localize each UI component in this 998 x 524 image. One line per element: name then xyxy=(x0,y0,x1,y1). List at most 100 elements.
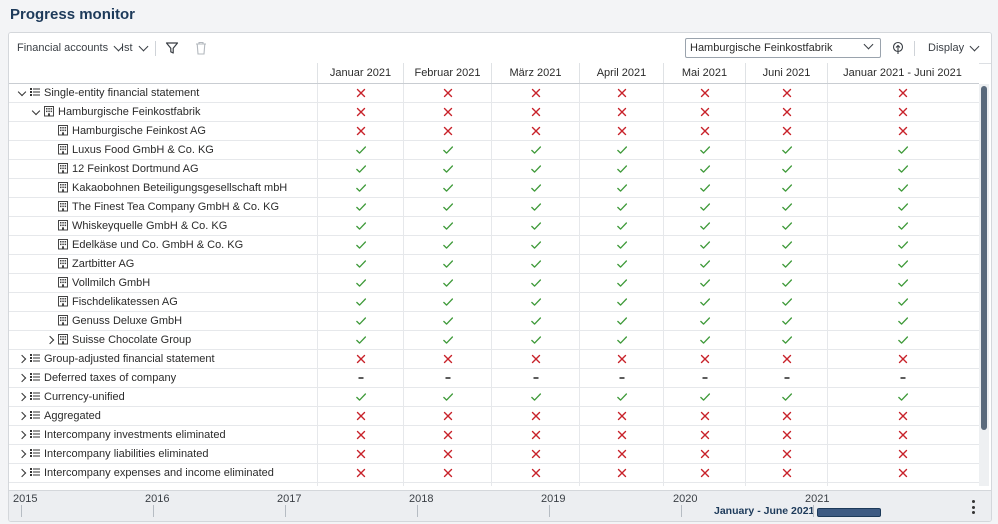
status-cell[interactable] xyxy=(663,293,745,311)
status-cell[interactable] xyxy=(403,103,491,121)
status-cell[interactable] xyxy=(403,483,491,486)
status-cell[interactable] xyxy=(745,122,827,140)
status-cell[interactable] xyxy=(403,179,491,197)
status-cell[interactable] xyxy=(403,274,491,292)
status-cell[interactable] xyxy=(579,331,663,349)
expand-toggle-icon[interactable] xyxy=(17,354,27,364)
status-cell[interactable] xyxy=(491,312,579,330)
status-cell[interactable] xyxy=(491,122,579,140)
status-cell[interactable] xyxy=(827,198,977,216)
status-cell[interactable] xyxy=(663,141,745,159)
version-dropdown[interactable]: Ist xyxy=(121,33,149,63)
delete-button[interactable] xyxy=(195,33,207,63)
status-cell[interactable] xyxy=(491,217,579,235)
status-cell[interactable] xyxy=(663,407,745,425)
status-cell[interactable] xyxy=(317,350,403,368)
status-cell[interactable] xyxy=(745,179,827,197)
upload-button[interactable] xyxy=(891,33,905,63)
status-cell[interactable] xyxy=(745,141,827,159)
status-cell[interactable] xyxy=(491,141,579,159)
status-cell[interactable] xyxy=(745,407,827,425)
table-row[interactable]: Whiskeyquelle GmbH & Co. KG xyxy=(9,217,979,236)
status-cell[interactable] xyxy=(663,369,745,387)
status-cell[interactable] xyxy=(317,331,403,349)
status-cell[interactable] xyxy=(403,217,491,235)
status-cell[interactable] xyxy=(491,464,579,482)
status-cell[interactable] xyxy=(491,483,579,486)
status-cell[interactable] xyxy=(579,312,663,330)
financial-accounts-dropdown[interactable]: Financial accounts xyxy=(17,33,124,63)
expand-toggle-icon[interactable] xyxy=(45,335,55,345)
status-cell[interactable] xyxy=(317,179,403,197)
table-row[interactable]: Intercompany liabilities eliminated xyxy=(9,445,979,464)
table-row[interactable] xyxy=(9,483,979,486)
status-cell[interactable] xyxy=(317,483,403,486)
status-cell[interactable] xyxy=(745,312,827,330)
table-row[interactable]: Single-entity financial statement xyxy=(9,84,979,103)
expand-toggle-icon[interactable] xyxy=(17,430,27,440)
status-cell[interactable] xyxy=(745,426,827,444)
status-cell[interactable] xyxy=(491,255,579,273)
vertical-scrollbar[interactable] xyxy=(979,84,989,486)
table-row[interactable]: Hamburgische Feinkost AG xyxy=(9,122,979,141)
status-cell[interactable] xyxy=(827,331,977,349)
table-row[interactable]: Suisse Chocolate Group xyxy=(9,331,979,350)
status-cell[interactable] xyxy=(491,369,579,387)
table-row[interactable]: 12 Feinkost Dortmund AG xyxy=(9,160,979,179)
table-row[interactable]: Luxus Food GmbH & Co. KG xyxy=(9,141,979,160)
status-cell[interactable] xyxy=(403,445,491,463)
status-cell[interactable] xyxy=(745,84,827,102)
table-row[interactable]: Deferred taxes of company xyxy=(9,369,979,388)
status-cell[interactable] xyxy=(745,464,827,482)
status-cell[interactable] xyxy=(827,388,977,406)
status-cell[interactable] xyxy=(827,160,977,178)
entity-select[interactable]: Hamburgische Feinkostfabrik xyxy=(685,38,881,58)
status-cell[interactable] xyxy=(745,350,827,368)
timeline-range-thumb[interactable] xyxy=(817,508,881,517)
status-cell[interactable] xyxy=(579,369,663,387)
collapse-toggle-icon[interactable] xyxy=(31,106,41,117)
status-cell[interactable] xyxy=(827,293,977,311)
status-cell[interactable] xyxy=(491,274,579,292)
collapse-toggle-icon[interactable] xyxy=(17,87,27,98)
status-cell[interactable] xyxy=(579,274,663,292)
table-row[interactable]: Intercompany investments eliminated xyxy=(9,426,979,445)
status-cell[interactable] xyxy=(663,84,745,102)
status-cell[interactable] xyxy=(317,160,403,178)
status-cell[interactable] xyxy=(579,103,663,121)
status-cell[interactable] xyxy=(663,236,745,254)
status-cell[interactable] xyxy=(663,198,745,216)
status-cell[interactable] xyxy=(745,293,827,311)
status-cell[interactable] xyxy=(579,236,663,254)
table-row[interactable]: Currency-unified xyxy=(9,388,979,407)
status-cell[interactable] xyxy=(745,236,827,254)
status-cell[interactable] xyxy=(827,141,977,159)
expand-toggle-icon[interactable] xyxy=(17,373,27,383)
status-cell[interactable] xyxy=(491,160,579,178)
status-cell[interactable] xyxy=(663,445,745,463)
status-cell[interactable] xyxy=(827,350,977,368)
status-cell[interactable] xyxy=(317,293,403,311)
status-cell[interactable] xyxy=(491,331,579,349)
status-cell[interactable] xyxy=(663,331,745,349)
status-cell[interactable] xyxy=(663,388,745,406)
status-cell[interactable] xyxy=(579,407,663,425)
status-cell[interactable] xyxy=(827,179,977,197)
table-row[interactable]: Kakaobohnen Beteiligungsgesellschaft mbH xyxy=(9,179,979,198)
expand-toggle-icon[interactable] xyxy=(17,468,27,478)
status-cell[interactable] xyxy=(745,160,827,178)
status-cell[interactable] xyxy=(317,198,403,216)
status-cell[interactable] xyxy=(827,445,977,463)
status-cell[interactable] xyxy=(663,179,745,197)
more-options-icon[interactable] xyxy=(967,500,979,514)
status-cell[interactable] xyxy=(827,122,977,140)
status-cell[interactable] xyxy=(579,217,663,235)
status-cell[interactable] xyxy=(745,198,827,216)
status-cell[interactable] xyxy=(317,255,403,273)
table-row[interactable]: Group-adjusted financial statement xyxy=(9,350,979,369)
table-row[interactable]: Genuss Deluxe GmbH xyxy=(9,312,979,331)
status-cell[interactable] xyxy=(827,236,977,254)
status-cell[interactable] xyxy=(745,445,827,463)
status-cell[interactable] xyxy=(491,445,579,463)
status-cell[interactable] xyxy=(579,350,663,368)
